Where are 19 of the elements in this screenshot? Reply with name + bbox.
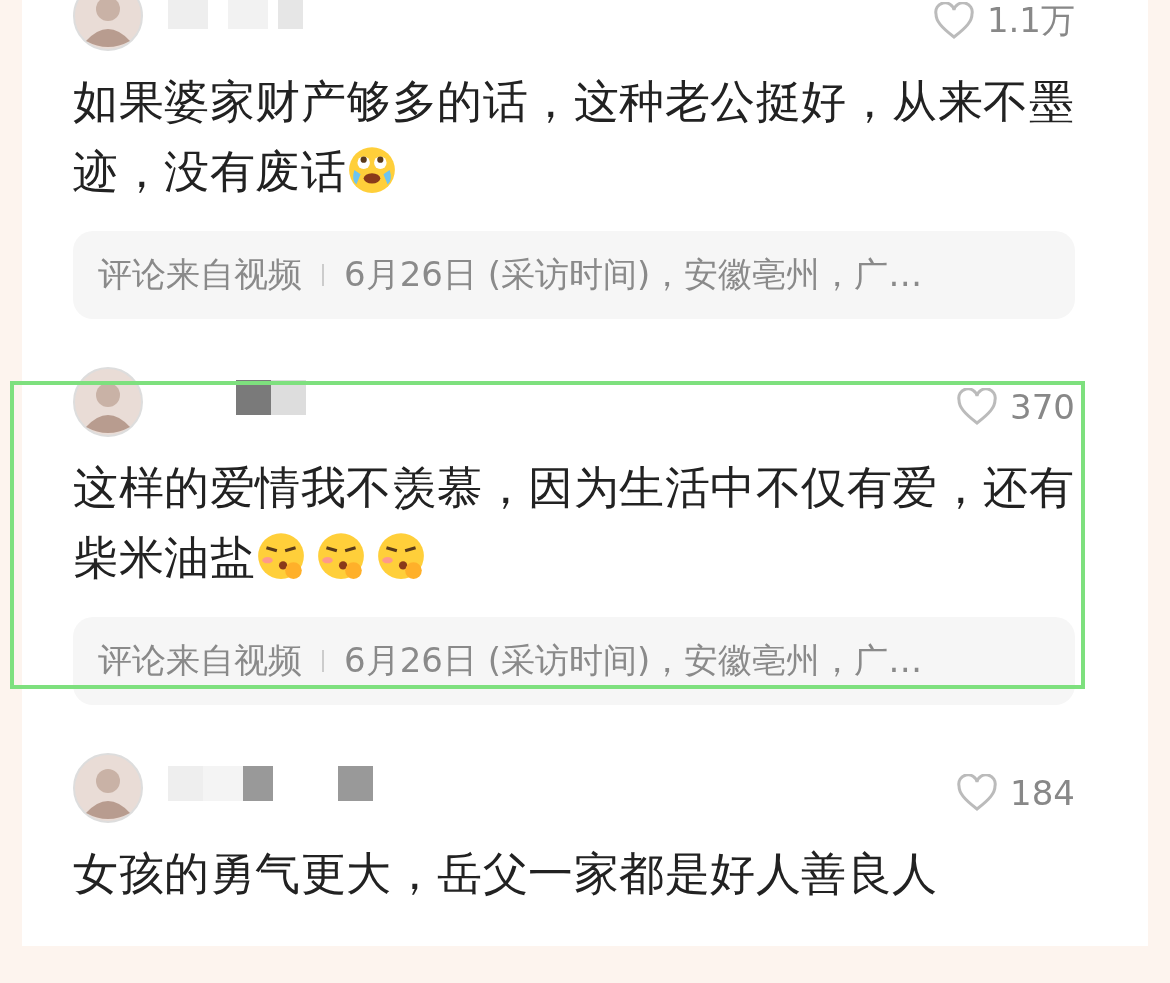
comment-text: 女孩的勇气更大，岳父一家都是好人善良人 [73,846,939,902]
source-label: 评论来自视频 [98,639,302,682]
comment-text: 如果婆家财产够多的话，这种老公挺好，从来不墨迹，没有废话 [73,74,1075,200]
source-detail: 6月26日 (采访时间)，安徽亳州，广… [344,253,923,296]
like-count: 184 [1010,773,1075,813]
source-detail: 6月26日 (采访时间)，安徽亳州，广… [344,639,923,682]
comment-source-bar[interactable]: 评论来自视频 6月26日 (采访时间)，安徽亳州，广… [73,231,1075,319]
blurred-username [236,379,306,415]
comment-source-bar[interactable]: 评论来自视频 6月26日 (采访时间)，安徽亳州，广… [73,617,1075,705]
source-label: 评论来自视频 [98,253,302,296]
comment-text: 这样的爱情我不羡慕，因为生活中不仅有爱，还有柴米油盐 [73,460,1075,586]
like-count: 1.1万 [986,0,1075,42]
heart-icon[interactable] [956,774,999,812]
heart-icon[interactable] [932,2,975,40]
avatar-icon[interactable] [73,0,143,51]
heart-icon[interactable] [956,388,999,426]
avatar-icon[interactable] [73,367,143,437]
like-count: 370 [1010,387,1075,427]
avatar-icon[interactable] [73,753,143,823]
